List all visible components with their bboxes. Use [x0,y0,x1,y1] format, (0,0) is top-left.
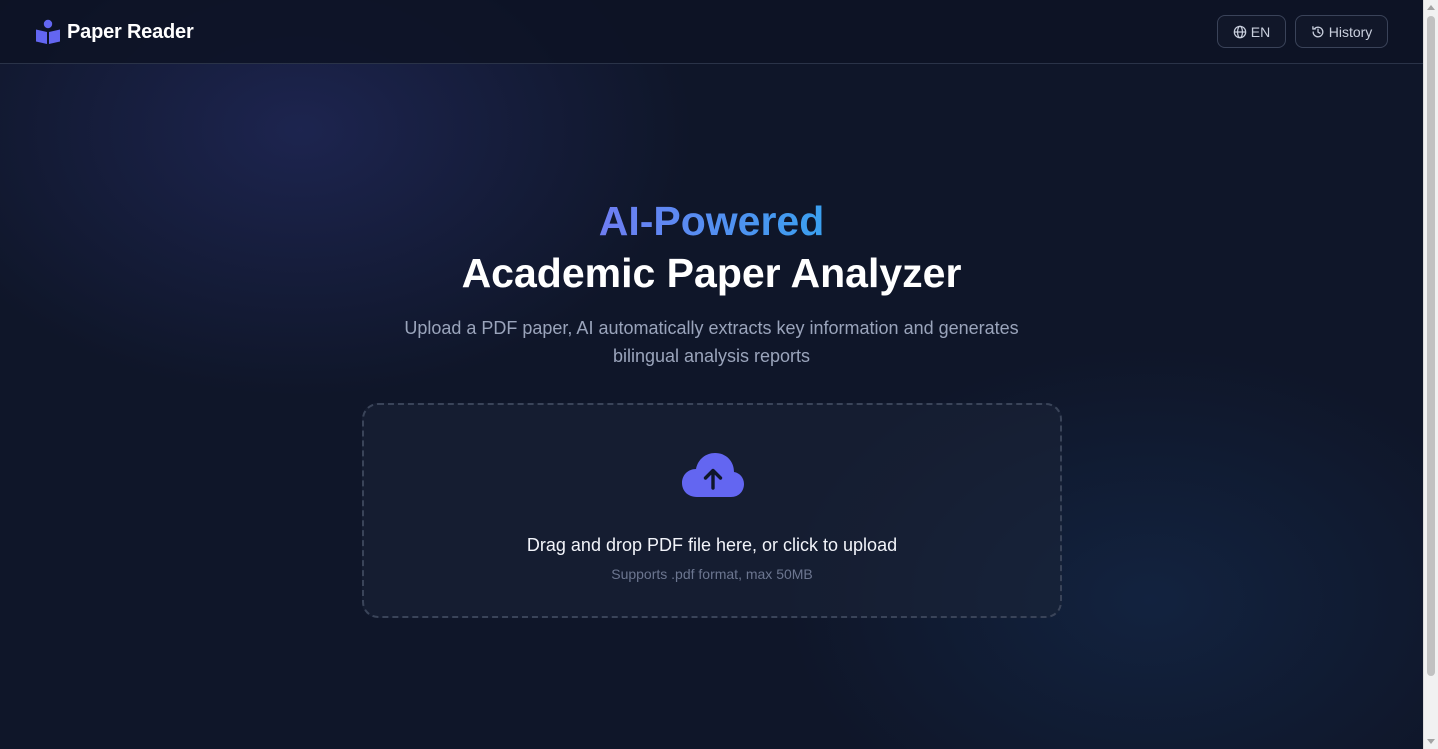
scrollbar-thumb[interactable] [1427,16,1435,676]
reader-icon [36,19,60,44]
hero-subtitle: Upload a PDF paper, AI automatically ext… [404,318,1019,366]
brand[interactable]: Paper Reader [34,17,194,47]
dropzone-hint: Supports .pdf format, max 50MB [611,566,813,582]
scroll-up-arrow-icon[interactable] [1427,5,1435,10]
hero-title-accent: AI-Powered [598,198,825,244]
pdf-dropzone[interactable]: Drag and drop PDF file here, or click to… [362,403,1062,618]
hero-title: Academic Paper Analyzer [461,250,962,296]
language-button[interactable]: EN [1217,15,1286,48]
history-button[interactable]: History [1295,15,1388,48]
scroll-down-arrow-icon[interactable] [1427,739,1435,744]
language-label: EN [1250,23,1271,40]
globe-icon [1233,25,1247,38]
dropzone-prompt: Drag and drop PDF file here, or click to… [526,535,898,555]
top-header: Paper Reader EN History [0,0,1423,64]
history-label: History [1328,23,1373,40]
brand-name: Paper Reader [67,20,194,43]
app-page: Paper Reader EN History AI-Powered Acade… [0,0,1423,749]
vertical-scrollbar[interactable] [1423,0,1438,749]
cloud-upload-icon [682,453,744,497]
history-icon [1311,25,1324,37]
